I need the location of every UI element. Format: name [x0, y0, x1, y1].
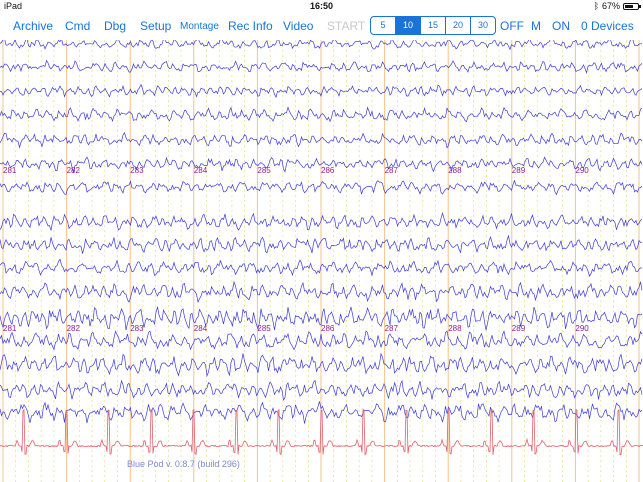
eeg-trace-area[interactable]: 281 282 283 284 285 286 287 288 289 290 281 282 283 2… [0, 40, 643, 482]
time-label: 285 [257, 166, 271, 175]
time-label: 283 [130, 324, 144, 333]
seconds-option-5[interactable]: 5 [371, 17, 395, 34]
toolbar: Archive Cmd Dbg Setup Montage Rec Info V… [0, 14, 643, 40]
off-button[interactable]: OFF [500, 19, 524, 33]
on-button[interactable]: ON [552, 19, 570, 33]
cmd-button[interactable]: Cmd [65, 19, 90, 33]
time-label: 285 [257, 324, 271, 333]
video-button[interactable]: Video [283, 19, 313, 33]
archive-button[interactable]: Archive [13, 19, 53, 33]
setup-button[interactable]: Setup [140, 19, 171, 33]
battery-percent: 67% [601, 1, 620, 11]
time-label: 286 [321, 166, 335, 175]
seconds-option-10[interactable]: 10 [395, 17, 420, 34]
status-right: ᛒ 67% [593, 1, 641, 11]
version-label: Blue Pod v. 0.8.7 (build 296) [127, 459, 240, 469]
dbg-button[interactable]: Dbg [104, 19, 126, 33]
time-label: 288 [448, 324, 462, 333]
time-label: 289 [512, 324, 526, 333]
time-label: 284 [194, 324, 208, 333]
time-label: 290 [575, 166, 589, 175]
seconds-option-20[interactable]: 20 [445, 17, 470, 34]
seconds-option-30[interactable]: 30 [470, 17, 495, 34]
time-label: 290 [575, 324, 589, 333]
montage-button[interactable]: Montage [180, 21, 219, 32]
status-bar: iPad 16:50 ᛒ 67% [0, 0, 643, 13]
time-label: 281 [3, 324, 17, 333]
seconds-option-15[interactable]: 15 [420, 17, 445, 34]
time-label: 287 [385, 166, 399, 175]
time-label: 281 [3, 166, 17, 175]
time-label: 287 [385, 324, 399, 333]
clock: 16:50 [309, 1, 334, 11]
time-label: 289 [512, 166, 526, 175]
bluetooth-icon: ᛒ [593, 1, 599, 11]
time-label: 282 [67, 324, 81, 333]
time-label: 284 [194, 166, 208, 175]
time-label: 282 [67, 166, 81, 175]
battery-icon [623, 2, 641, 10]
rec-info-button[interactable]: Rec Info [228, 19, 273, 33]
seconds-segmented-control: 5 10 15 20 30 [370, 16, 496, 35]
time-label: 286 [321, 324, 335, 333]
start-button: START [327, 19, 366, 33]
devices-button[interactable]: 0 Devices [581, 19, 634, 33]
time-label: 288 [448, 166, 462, 175]
time-label: 283 [130, 166, 144, 175]
m-button[interactable]: M [531, 19, 541, 33]
